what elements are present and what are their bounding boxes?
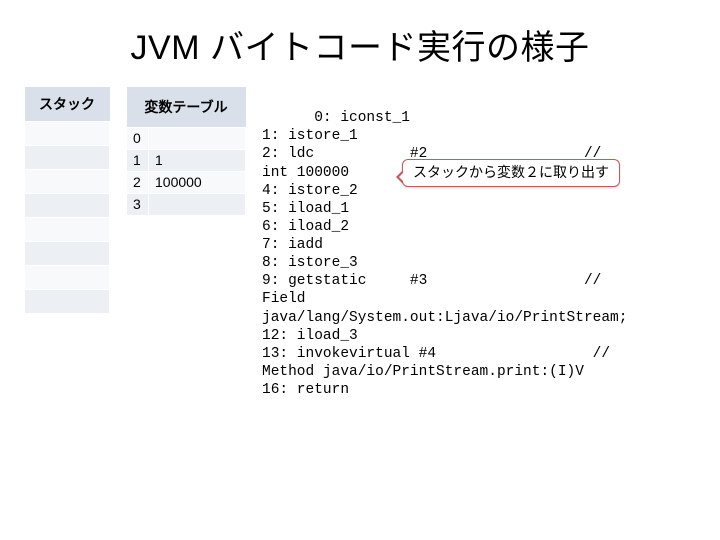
variable-table-header: 変数テーブル [127, 87, 246, 127]
bytecode-text: 0: iconst_1 1: istore_1 2: ldc #2 // int… [262, 110, 627, 398]
bytecode-listing: 0: iconst_1 1: istore_1 2: ldc #2 // int… [262, 87, 696, 435]
stack-cell [25, 289, 110, 313]
slide: JVM バイトコード実行の様子 スタック 変数テーブル 0 1 1 [0, 0, 720, 540]
stack-header: スタック [25, 87, 110, 121]
var-index: 1 [127, 149, 149, 171]
content-row: スタック 変数テーブル 0 1 1 2 100000 [24, 87, 696, 435]
stack-cell [25, 121, 110, 145]
variable-table: 変数テーブル 0 1 1 2 100000 3 [126, 87, 246, 216]
var-index: 0 [127, 127, 149, 149]
stack-cell [25, 265, 110, 289]
stack-cell [25, 241, 110, 265]
var-value: 1 [149, 149, 246, 171]
slide-title: JVM バイトコード実行の様子 [24, 20, 696, 69]
stack-cell [25, 193, 110, 217]
var-value [149, 127, 246, 149]
var-index: 3 [127, 193, 149, 215]
var-value: 100000 [149, 171, 246, 193]
table-row: 2 100000 [127, 171, 246, 193]
table-row: 1 1 [127, 149, 246, 171]
var-index: 2 [127, 171, 149, 193]
var-value [149, 193, 246, 215]
table-row: 0 [127, 127, 246, 149]
stack-table: スタック [24, 87, 110, 314]
stack-cell [25, 217, 110, 241]
table-row: 3 [127, 193, 246, 215]
callout-bubble: スタックから変数２に取り出す [402, 159, 620, 187]
stack-cell [25, 169, 110, 193]
stack-cell [25, 145, 110, 169]
